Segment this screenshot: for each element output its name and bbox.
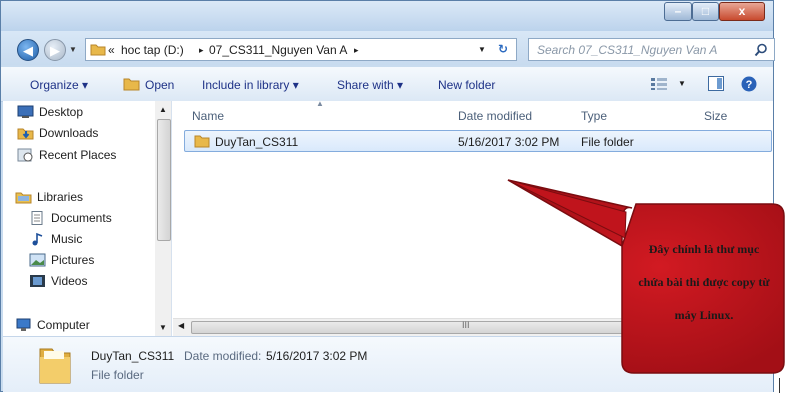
callout-line-3: máy Linux. <box>674 308 734 322</box>
callout-line-1: Đây chính là thư mục <box>648 242 760 256</box>
callout-line-2: chứa bài thi được copy từ <box>638 275 770 289</box>
callout-text: Đây chính là thư mục chứa bài thi được c… <box>625 233 783 332</box>
callout-bubble <box>507 179 785 374</box>
cursor-line <box>779 378 780 393</box>
